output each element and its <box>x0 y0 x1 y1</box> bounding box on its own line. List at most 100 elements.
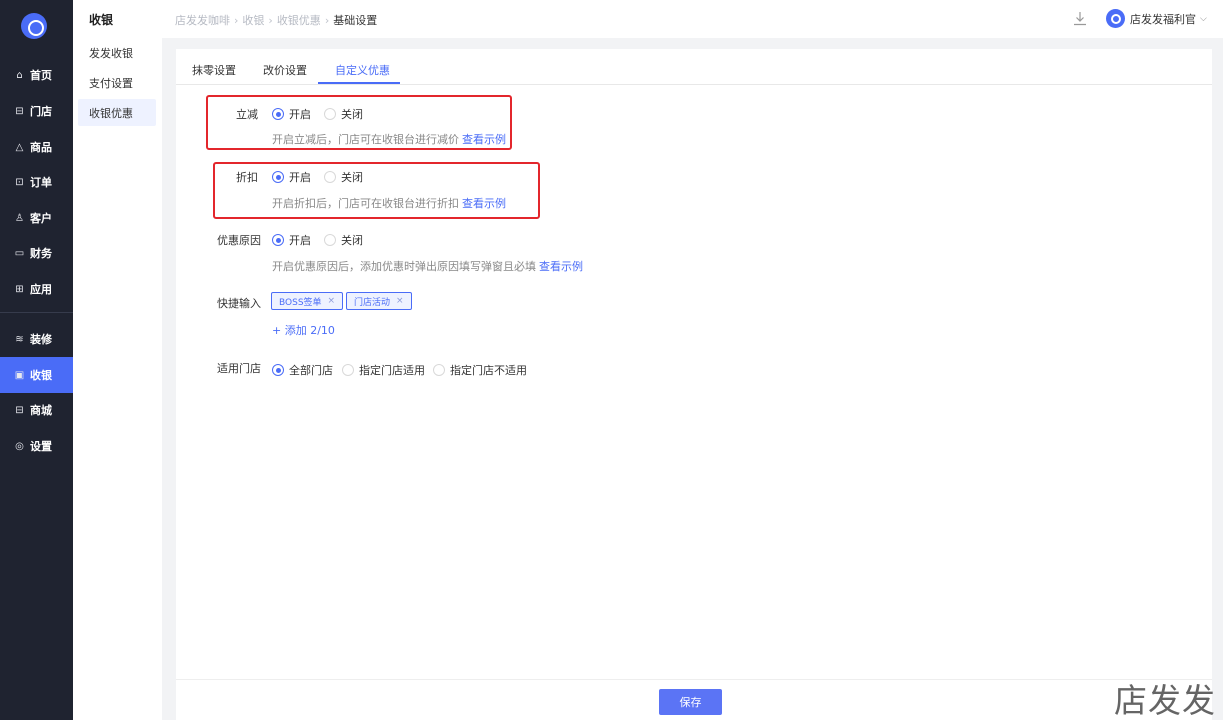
save-button[interactable]: 保存 <box>659 689 722 715</box>
stores-all-radio[interactable]: 全部门店 <box>272 362 333 378</box>
radio-label: 开启 <box>289 171 311 184</box>
sub-nav: 收银 发发收银 支付设置 收银优惠 <box>73 0 162 720</box>
sub-nav-item-cashier-discount[interactable]: 收银优惠 <box>78 99 156 126</box>
instant-reduce-label: 立减 <box>236 108 258 121</box>
breadcrumb-separator: › <box>268 14 273 27</box>
nav-item-label: 装修 <box>30 333 52 346</box>
nav-item-label: 应用 <box>30 283 52 296</box>
nav-item-label: 客户 <box>30 212 52 225</box>
instant-reduce-off-radio[interactable]: 关闭 <box>324 106 363 122</box>
radio-label: 开启 <box>289 234 311 247</box>
breadcrumb-separator: › <box>234 14 239 27</box>
instant-reduce-example-link[interactable]: 查看示例 <box>462 133 506 146</box>
radio-dot <box>272 108 284 120</box>
decorate-icon: ≋ <box>15 333 24 345</box>
settings-icon: ◎ <box>15 440 24 452</box>
discount-off-radio[interactable]: 关闭 <box>324 169 363 185</box>
top-header: 店发发咖啡 › 收银 › 收银优惠 › 基础设置 店发发福利官 ⌵ <box>162 0 1223 38</box>
discount-on-radio[interactable]: 开启 <box>272 169 311 185</box>
sub-nav-item-fafa-cashier[interactable]: 发发收银 <box>78 39 156 66</box>
radio-dot <box>324 108 336 120</box>
nav-item-decorate[interactable]: ≋ 装修 <box>0 321 73 357</box>
tab-bar: 抹零设置 改价设置 自定义优惠 <box>176 49 1212 85</box>
close-icon[interactable]: × <box>328 296 336 306</box>
cashier-icon: ▣ <box>14 369 25 381</box>
reason-label: 优惠原因 <box>217 234 261 247</box>
radio-label: 指定门店不适用 <box>450 364 527 377</box>
radio-label: 全部门店 <box>289 364 333 377</box>
quick-input-label: 快捷输入 <box>217 297 261 310</box>
nav-item-label: 收银 <box>30 369 52 382</box>
radio-label: 指定门店适用 <box>359 364 425 377</box>
radio-label: 关闭 <box>341 108 363 121</box>
radio-dot <box>324 234 336 246</box>
tab-rounding[interactable]: 抹零设置 <box>192 62 236 78</box>
help-text: 开启折扣后，门店可在收银台进行折扣 <box>272 197 459 210</box>
finance-icon: ▭ <box>14 247 25 259</box>
discount-label: 折扣 <box>236 171 258 184</box>
settings-card: 抹零设置 改价设置 自定义优惠 立减 开启 关闭 开启立减后，门店可在收银台进行… <box>176 49 1212 720</box>
radio-label: 关闭 <box>341 234 363 247</box>
nav-item-store[interactable]: ⊟ 门店 <box>0 93 73 129</box>
radio-dot <box>324 171 336 183</box>
add-quick-input-button[interactable]: + 添加 2/10 <box>272 322 335 338</box>
app-logo[interactable] <box>21 13 47 39</box>
nav-item-label: 门店 <box>30 105 52 118</box>
sub-nav-item-payment-settings[interactable]: 支付设置 <box>78 69 156 96</box>
customer-icon: ♙ <box>15 212 24 224</box>
active-tab-indicator <box>318 82 400 84</box>
store-icon: ⊟ <box>15 105 24 117</box>
stores-label: 适用门店 <box>217 362 261 375</box>
reason-on-radio[interactable]: 开启 <box>272 232 311 248</box>
instant-reduce-on-radio[interactable]: 开启 <box>272 106 311 122</box>
nav-item-goods[interactable]: △ 商品 <box>0 129 73 165</box>
nav-item-label: 财务 <box>30 247 52 260</box>
discount-example-link[interactable]: 查看示例 <box>462 197 506 210</box>
tag-text: BOSS签单 <box>279 297 322 308</box>
stores-excluded-radio[interactable]: 指定门店不适用 <box>433 362 527 378</box>
breadcrumb-item[interactable]: 收银 <box>242 14 264 27</box>
nav-item-apps[interactable]: ⊞ 应用 <box>0 271 73 307</box>
nav-item-settings[interactable]: ◎ 设置 <box>0 428 73 464</box>
nav-item-mall[interactable]: ⊟ 商城 <box>0 392 73 428</box>
nav-item-order[interactable]: ⊡ 订单 <box>0 164 73 200</box>
reason-help: 开启优惠原因后，添加优惠时弹出原因填写弹窗且必填 查看示例 <box>272 258 583 274</box>
nav-item-finance[interactable]: ▭ 财务 <box>0 235 73 271</box>
sub-nav-title: 收银 <box>89 13 114 27</box>
breadcrumb-current: 基础设置 <box>333 14 378 27</box>
radio-label: 开启 <box>289 108 311 121</box>
nav-item-cashier[interactable]: ▣ 收银 <box>0 357 73 393</box>
apps-icon: ⊞ <box>15 283 24 295</box>
stores-specified-radio[interactable]: 指定门店适用 <box>342 362 425 378</box>
footer-bar: 保存 <box>176 679 1212 720</box>
nav-item-home[interactable]: ⌂ 首页 <box>0 57 73 93</box>
tab-custom-discount[interactable]: 自定义优惠 <box>335 62 390 78</box>
close-icon[interactable]: × <box>396 296 404 306</box>
breadcrumb-item[interactable]: 收银优惠 <box>277 14 321 27</box>
reason-off-radio[interactable]: 关闭 <box>324 232 363 248</box>
user-menu[interactable]: 店发发福利官 ⌵ <box>1106 9 1207 28</box>
goods-icon: △ <box>15 141 24 153</box>
chevron-down-icon: ⌵ <box>1200 13 1207 24</box>
nav-item-label: 设置 <box>30 440 52 453</box>
radio-dot <box>342 364 354 376</box>
tab-price-change[interactable]: 改价设置 <box>263 62 307 78</box>
reason-example-link[interactable]: 查看示例 <box>539 260 583 273</box>
tag-text: 门店活动 <box>354 297 391 308</box>
nav-item-label: 首页 <box>30 69 52 82</box>
radio-label: 关闭 <box>341 171 363 184</box>
breadcrumb-item[interactable]: 店发发咖啡 <box>175 14 230 27</box>
radio-dot <box>272 234 284 246</box>
nav-item-label: 商城 <box>30 404 52 417</box>
nav-item-label: 订单 <box>30 176 52 189</box>
download-icon[interactable] <box>1073 11 1087 26</box>
radio-dot <box>272 171 284 183</box>
main-nav: ⌂ 首页 ⊟ 门店 △ 商品 ⊡ 订单 ♙ 客户 ▭ 财务 ⊞ 应用 ≋ 装修 ▣ 收银 ⊟ 商城 … <box>0 0 73 720</box>
instant-reduce-help: 开启立减后，门店可在收银台进行减价 查看示例 <box>272 131 506 147</box>
help-text: 开启优惠原因后，添加优惠时弹出原因填写弹窗且必填 <box>272 260 536 273</box>
nav-item-customer[interactable]: ♙ 客户 <box>0 200 73 236</box>
nav-item-label: 商品 <box>30 141 52 154</box>
user-name: 店发发福利官 <box>1130 12 1196 26</box>
quick-input-tag: BOSS签单 × <box>271 292 344 310</box>
radio-dot <box>272 364 284 376</box>
